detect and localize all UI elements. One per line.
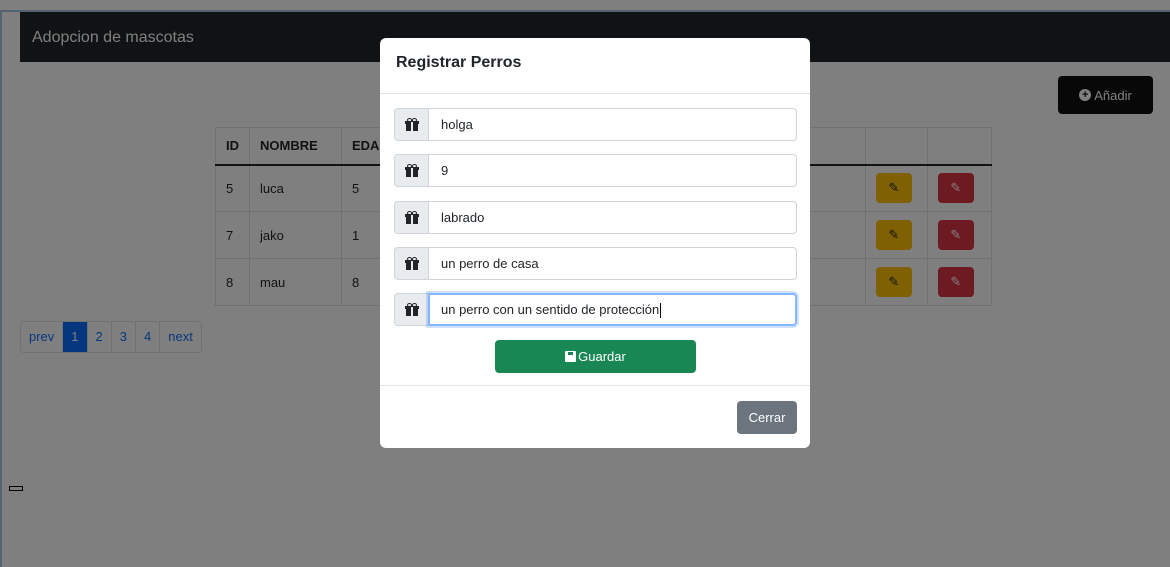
name-input-group: holga bbox=[394, 108, 797, 141]
gift-icon bbox=[404, 257, 419, 270]
gift-icon bbox=[404, 211, 419, 224]
close-button[interactable]: Cerrar bbox=[737, 401, 797, 434]
description-input-group: un perro de casa bbox=[394, 247, 797, 280]
floppy-icon bbox=[565, 351, 577, 362]
text-caret bbox=[660, 303, 662, 319]
gift-icon bbox=[404, 118, 419, 131]
name-input[interactable]: holga bbox=[428, 108, 797, 141]
input-addon bbox=[394, 201, 428, 234]
register-dog-modal: Registrar Perros holga 9 labrado un perr… bbox=[380, 38, 810, 448]
breed-input[interactable]: labrado bbox=[428, 201, 797, 234]
input-addon bbox=[394, 293, 428, 326]
modal-title: Registrar Perros bbox=[396, 54, 522, 71]
age-input-group: 9 bbox=[394, 154, 797, 187]
modal-header-divider bbox=[380, 93, 810, 94]
age-input[interactable]: 9 bbox=[428, 154, 797, 187]
save-button[interactable]: Guardar bbox=[495, 340, 696, 373]
description-input[interactable]: un perro de casa bbox=[428, 247, 797, 280]
gift-icon bbox=[404, 303, 419, 316]
trait-input[interactable]: un perro con un sentido de protección bbox=[428, 293, 797, 326]
modal-footer-divider bbox=[380, 385, 810, 386]
trait-input-group: un perro con un sentido de protección bbox=[394, 293, 797, 326]
input-addon bbox=[394, 247, 428, 280]
trait-input-value: un perro con un sentido de protección bbox=[441, 302, 660, 317]
input-addon bbox=[394, 154, 428, 187]
gift-icon bbox=[404, 164, 419, 177]
save-button-label: Guardar bbox=[578, 349, 626, 364]
input-addon bbox=[394, 108, 428, 141]
breed-input-group: labrado bbox=[394, 201, 797, 234]
